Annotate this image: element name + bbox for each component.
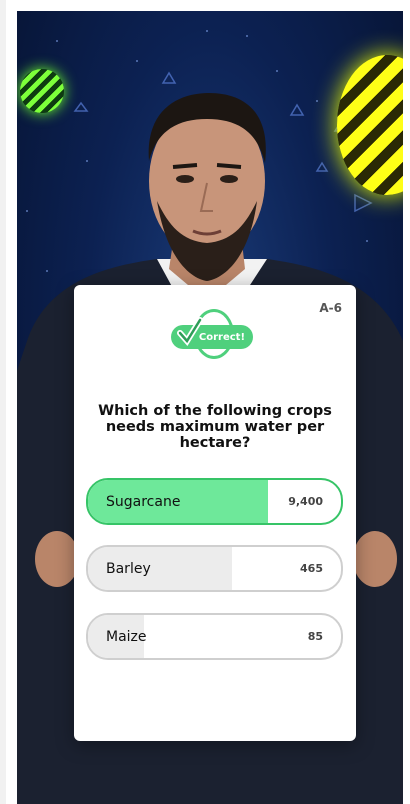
option-count: 9,400 [288, 495, 323, 508]
option-maize[interactable]: Maize 85 [86, 613, 343, 660]
correct-badge: Correct! [169, 309, 259, 359]
badge-label: Correct! [198, 331, 245, 343]
option-count: 465 [300, 562, 323, 575]
option-count: 85 [307, 630, 323, 643]
option-barley[interactable]: Barley 465 [86, 545, 343, 592]
quiz-stage: A-6 Correct! Which of the following crop… [17, 11, 403, 804]
question-text: Which of the following crops needs maxim… [98, 403, 332, 451]
option-label: Sugarcane [106, 493, 181, 510]
option-label: Maize [106, 628, 147, 645]
check-icon [177, 317, 203, 347]
question-card: A-6 Correct! Which of the following crop… [74, 285, 356, 741]
question-id: A-6 [319, 301, 342, 315]
option-label: Barley [106, 560, 151, 577]
option-sugarcane[interactable]: Sugarcane 9,400 [86, 478, 343, 525]
